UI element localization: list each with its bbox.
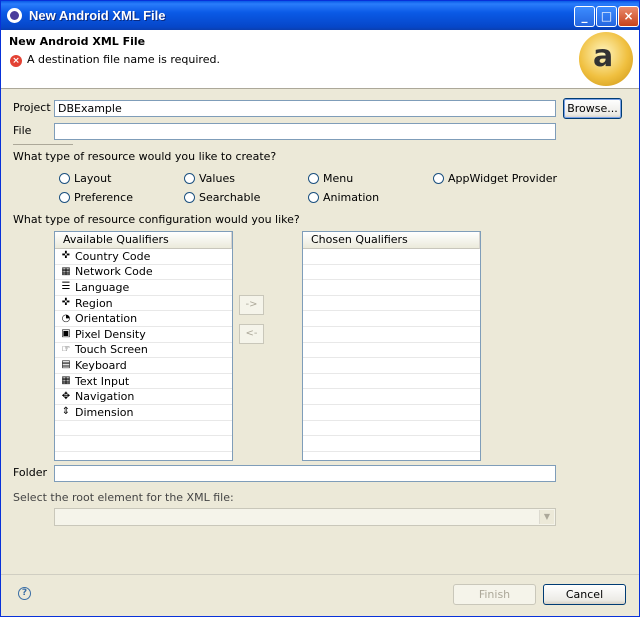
region-icon: ✜ <box>61 297 71 309</box>
empty-row <box>303 421 480 437</box>
qualifier-item[interactable]: ✥ Navigation <box>55 389 232 405</box>
touch-screen-icon: ☞ <box>61 343 71 355</box>
qualifier-item[interactable]: ☞ Touch Screen <box>55 343 232 359</box>
language-icon: ☰ <box>61 281 71 293</box>
folder-label: Folder <box>13 466 47 479</box>
cancel-button[interactable]: Cancel <box>543 584 626 605</box>
empty-row <box>303 265 480 281</box>
window-title: New Android XML File <box>29 8 166 23</box>
root-element-combo[interactable]: ▼ <box>54 508 556 526</box>
available-qualifiers-header[interactable]: Available Qualifiers <box>55 232 232 249</box>
qualifier-label: Text Input <box>75 374 130 388</box>
error-message: A destination file name is required. <box>27 53 220 66</box>
empty-row <box>303 358 480 374</box>
chosen-qualifiers-list[interactable]: Chosen Qualifiers <box>302 231 481 461</box>
radio-menu[interactable]: Menu <box>308 172 353 185</box>
eclipse-icon <box>7 8 22 23</box>
dimension-icon: ⇕ <box>61 406 71 418</box>
qualifier-label: Keyboard <box>75 358 127 372</box>
qualifier-label: Orientation <box>75 312 138 326</box>
radio-layout[interactable]: Layout <box>59 172 111 185</box>
radio-preference[interactable]: Preference <box>59 191 133 204</box>
title-bar[interactable]: New Android XML File _ □ × <box>1 1 639 30</box>
empty-row <box>303 374 480 390</box>
text-input-icon: ▦ <box>61 375 71 387</box>
add-qualifier-button[interactable]: -> <box>239 295 264 315</box>
pixel-density-icon: ▣ <box>61 328 71 340</box>
empty-row <box>303 327 480 343</box>
finish-button[interactable]: Finish <box>453 584 536 605</box>
qualifier-label: Touch Screen <box>75 343 148 357</box>
file-label: File <box>13 124 32 137</box>
android-logo-icon: a <box>579 32 633 86</box>
empty-row <box>55 436 232 452</box>
qualifier-label: Pixel Density <box>75 327 146 341</box>
empty-row <box>303 389 480 405</box>
keyboard-icon: ▤ <box>61 359 71 371</box>
empty-row <box>303 249 480 265</box>
minimize-button[interactable]: _ <box>574 6 595 27</box>
qualifier-item[interactable]: ✜ Country Code <box>55 249 232 265</box>
qualifier-label: Country Code <box>75 249 151 263</box>
browse-button[interactable]: Browse... <box>563 98 622 119</box>
project-input[interactable]: DBExample <box>54 100 556 117</box>
qualifier-item[interactable]: ▤ Keyboard <box>55 358 232 374</box>
qualifier-item[interactable]: ☰ Language <box>55 280 232 296</box>
radio-values[interactable]: Values <box>184 172 235 185</box>
project-label: Project <box>13 101 51 114</box>
help-icon[interactable]: ? <box>18 587 31 600</box>
chosen-qualifiers-header[interactable]: Chosen Qualifiers <box>303 232 480 249</box>
wizard-title: New Android XML File <box>9 35 146 48</box>
empty-row <box>303 343 480 359</box>
separator <box>13 144 73 145</box>
radio-appwidget-provider[interactable]: AppWidget Provider <box>433 172 557 185</box>
wizard-header: New Android XML File × A destination fil… <box>1 30 639 89</box>
qualifier-label: Region <box>75 296 113 310</box>
root-element-label: Select the root element for the XML file… <box>13 491 234 504</box>
empty-row <box>303 280 480 296</box>
empty-row <box>303 436 480 452</box>
qualifier-label: Dimension <box>75 405 134 419</box>
qualifier-item[interactable]: ▦ Network Code <box>55 265 232 281</box>
navigation-icon: ✥ <box>61 390 71 402</box>
footer-separator <box>1 574 639 575</box>
close-button[interactable]: × <box>618 6 639 27</box>
network-code-icon: ▦ <box>61 265 71 277</box>
country-code-icon: ✜ <box>61 250 71 262</box>
qualifier-label: Navigation <box>75 390 135 404</box>
resource-type-question: What type of resource would you like to … <box>13 150 277 163</box>
qualifier-label: Network Code <box>75 265 153 279</box>
empty-row <box>55 421 232 437</box>
available-qualifiers-list[interactable]: Available Qualifiers ✜ Country Code ▦ Netwo… <box>54 231 233 461</box>
folder-input[interactable] <box>54 465 556 482</box>
empty-row <box>303 405 480 421</box>
empty-row <box>303 296 480 312</box>
radio-searchable[interactable]: Searchable <box>184 191 260 204</box>
error-icon: × <box>10 55 22 67</box>
maximize-button[interactable]: □ <box>596 6 617 27</box>
qualifier-item[interactable]: ✜ Region <box>55 296 232 312</box>
qualifier-item[interactable]: ◔ Orientation <box>55 311 232 327</box>
qualifier-item[interactable]: ⇕ Dimension <box>55 405 232 421</box>
qualifier-label: Language <box>75 280 130 294</box>
dialog-window: New Android XML File _ □ × New Android X… <box>0 0 640 617</box>
qualifier-item[interactable]: ▣ Pixel Density <box>55 327 232 343</box>
file-input[interactable] <box>54 123 556 140</box>
radio-animation[interactable]: Animation <box>308 191 379 204</box>
config-question: What type of resource configuration woul… <box>13 213 300 226</box>
qualifier-item[interactable]: ▦ Text Input <box>55 374 232 390</box>
orientation-icon: ◔ <box>61 312 71 324</box>
remove-qualifier-button[interactable]: <- <box>239 324 264 344</box>
empty-row <box>303 311 480 327</box>
chevron-down-icon: ▼ <box>539 510 554 524</box>
